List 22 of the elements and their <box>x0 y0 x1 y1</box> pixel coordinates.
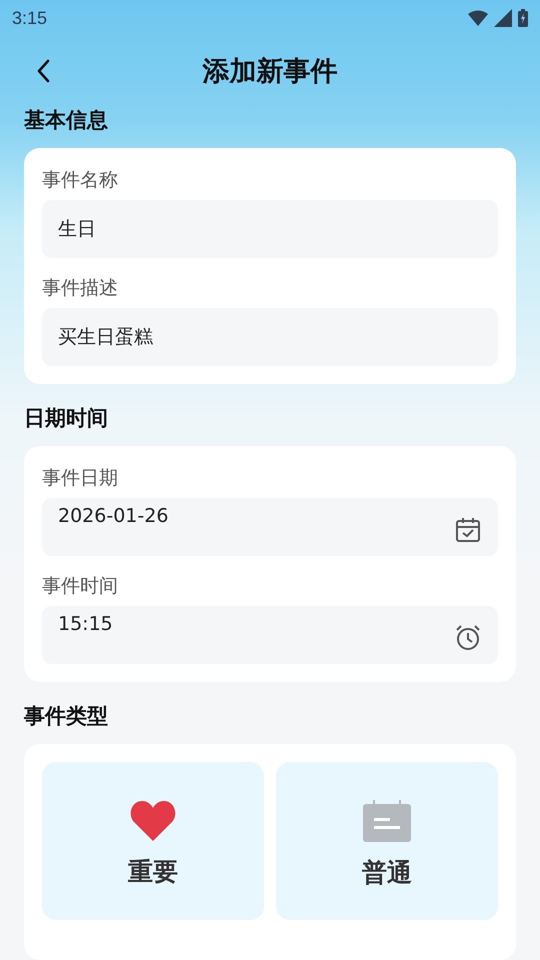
field-label: 事件名称 <box>42 168 118 193</box>
page-title: 添加新事件 <box>202 55 338 89</box>
input-field[interactable]: 生日 <box>42 200 498 258</box>
wifi-icon <box>468 10 488 26</box>
section-title: 事件类型 <box>24 703 109 730</box>
input-field[interactable]: 买生日蛋糕 <box>42 308 498 366</box>
section-title: 日期时间 <box>24 405 109 432</box>
signal-icon <box>494 9 512 27</box>
heart-icon <box>130 801 176 841</box>
type-option[interactable]: 普通 <box>276 762 498 920</box>
calendar-icon <box>363 800 411 842</box>
input-field[interactable]: 15:15 <box>42 606 498 664</box>
field-label: 事件描述 <box>42 276 118 301</box>
battery-icon <box>518 9 528 27</box>
field-label: 事件时间 <box>42 574 118 599</box>
type-option[interactable]: 重要 <box>42 762 264 920</box>
field-label: 事件日期 <box>42 466 118 491</box>
alarm-clock-icon <box>454 624 482 652</box>
section-title: 基本信息 <box>24 107 109 134</box>
calendar-icon <box>454 516 482 544</box>
input-field[interactable]: 2026-01-26 <box>42 498 498 556</box>
status-time: 3:15 <box>12 8 48 28</box>
